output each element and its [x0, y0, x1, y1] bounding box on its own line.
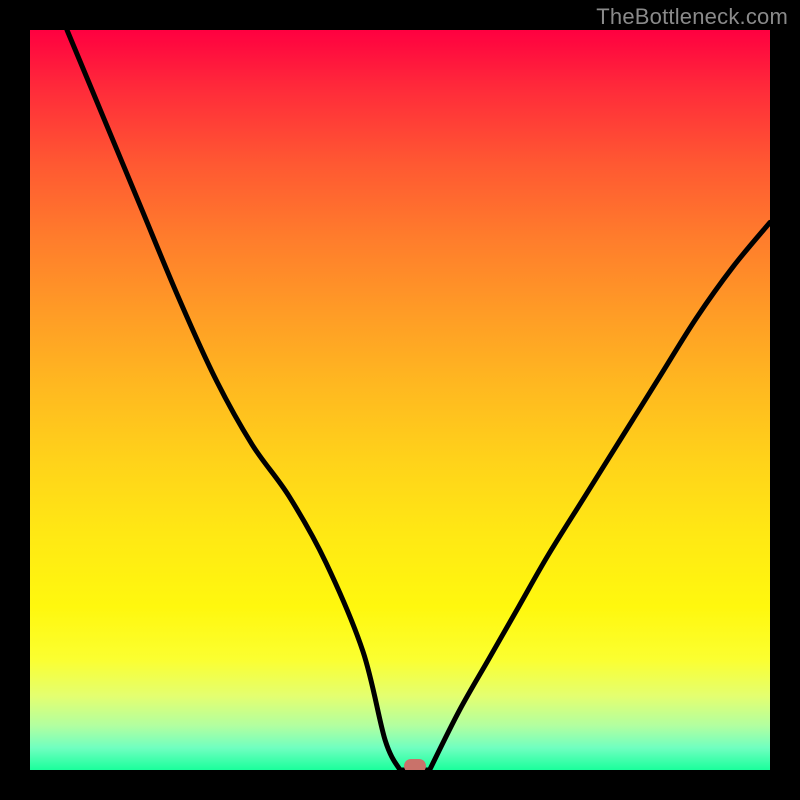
bottleneck-curve — [30, 30, 770, 770]
plot-area — [30, 30, 770, 770]
optimal-point-marker — [404, 759, 426, 770]
chart-frame: TheBottleneck.com — [0, 0, 800, 800]
watermark-text: TheBottleneck.com — [596, 4, 788, 30]
